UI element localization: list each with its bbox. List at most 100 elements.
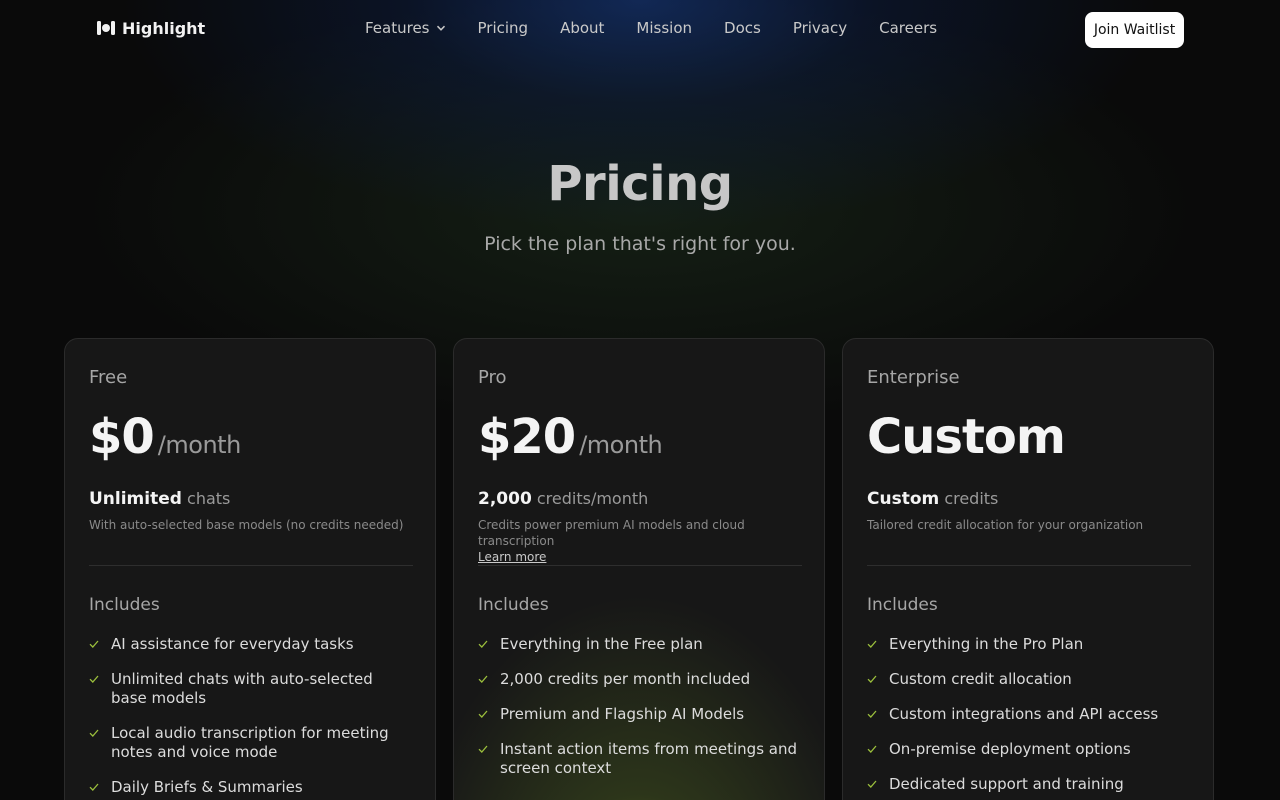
feature-item: AI assistance for everyday tasks: [89, 635, 413, 654]
check-icon: [867, 675, 877, 683]
feature-text: Local audio transcription for meeting no…: [111, 724, 389, 761]
credits-description-text: Credits power premium AI models and clou…: [478, 518, 745, 548]
feature-text: Everything in the Free plan: [500, 635, 703, 653]
feature-text: Everything in the Pro Plan: [889, 635, 1084, 653]
page-title: Pricing: [547, 156, 733, 212]
check-icon: [867, 710, 877, 718]
feature-item: Daily Briefs & Summaries: [89, 778, 413, 797]
feature-text: Dedicated support and training: [889, 775, 1124, 793]
plan-period: /month: [157, 431, 241, 459]
feature-text: Premium and Flagship AI Models: [500, 705, 745, 723]
chevron-down-icon: [436, 25, 445, 31]
credits-description: Credits power premium AI models and clou…: [478, 517, 802, 565]
plan-card-free: Free $0 /month Unlimited chats With auto…: [64, 338, 436, 800]
feature-item: 2,000 credits per month included: [478, 670, 802, 689]
feature-text: AI assistance for everyday tasks: [111, 635, 354, 653]
credits-unit: credits: [944, 489, 999, 508]
plan-credits: 2,000 credits/month: [478, 489, 802, 509]
nav-link-mission[interactable]: Mission: [636, 19, 692, 37]
feature-text: Instant action items from meetings and s…: [500, 740, 798, 777]
credits-value: Custom: [867, 489, 940, 509]
check-icon: [89, 640, 99, 648]
feature-item: Unlimited chats with auto-selected base …: [89, 670, 413, 708]
card-divider: [478, 565, 802, 566]
check-icon: [89, 675, 99, 683]
logo[interactable]: Highlight: [96, 18, 205, 38]
plan-name: Pro: [478, 367, 507, 388]
card-divider: [867, 565, 1191, 566]
includes-label: Includes: [89, 595, 160, 615]
plan-price: Custom: [867, 409, 1066, 465]
pricing-page: Highlight Features Pricing About Mission…: [0, 0, 1280, 800]
check-icon: [478, 745, 488, 753]
feature-text: Daily Briefs & Summaries: [111, 778, 303, 796]
includes-label: Includes: [478, 595, 549, 615]
feature-list: Everything in the Pro Plan Custom credit…: [867, 635, 1191, 800]
credits-description: With auto-selected base models (no credi…: [89, 518, 404, 532]
nav-link-pricing[interactable]: Pricing: [478, 19, 529, 37]
plan-price: $20: [478, 409, 576, 465]
feature-text: Custom integrations and API access: [889, 705, 1159, 723]
check-icon: [89, 729, 99, 737]
credits-description: Tailored credit allocation for your orga…: [867, 518, 1144, 532]
credits-unit: chats: [187, 489, 231, 508]
nav-link-about[interactable]: About: [560, 19, 604, 37]
credits-value: 2,000: [478, 489, 532, 509]
feature-item: Custom integrations and API access: [867, 705, 1191, 724]
check-icon: [89, 783, 99, 791]
nav-link-privacy[interactable]: Privacy: [793, 19, 847, 37]
plan-credits: Custom credits: [867, 489, 1191, 509]
plan-card-enterprise: Enterprise Custom Custom credits Tailore…: [842, 338, 1214, 800]
highlight-logo-icon: [97, 21, 115, 35]
page-subtitle: Pick the plan that's right for you.: [484, 233, 796, 255]
feature-text: Unlimited chats with auto-selected base …: [111, 670, 373, 707]
plan-name: Enterprise: [867, 367, 960, 388]
feature-item: Everything in the Pro Plan: [867, 635, 1191, 654]
nav-link-label: Pricing: [477, 19, 529, 37]
plan-name: Free: [89, 367, 128, 388]
feature-item: Custom credit allocation: [867, 670, 1191, 689]
feature-item: Local audio transcription for meeting no…: [89, 724, 413, 762]
check-icon: [478, 640, 488, 648]
feature-text: Custom credit allocation: [889, 670, 1072, 688]
credits-value: Unlimited: [89, 489, 182, 509]
feature-text: 2,000 credits per month included: [500, 670, 751, 688]
check-icon: [478, 675, 488, 683]
feature-item: Everything in the Free plan: [478, 635, 802, 654]
plan-credits: Unlimited chats: [89, 489, 413, 509]
feature-item: Instant action items from meetings and s…: [478, 740, 802, 778]
nav-link-label: Privacy: [792, 19, 848, 37]
card-divider: [89, 565, 413, 566]
nav-link-label: Docs: [724, 19, 761, 37]
top-nav: Highlight Features Pricing About Mission…: [0, 0, 1280, 60]
nav-link-docs[interactable]: Docs: [724, 19, 761, 37]
nav-link-label: About: [560, 19, 605, 37]
plan-card-pro: Pro $20 /month 2,000 credits/month Credi…: [453, 338, 825, 800]
price-row: Custom: [867, 409, 1191, 467]
plan-period: /month: [579, 431, 663, 459]
price-row: $0 /month: [89, 409, 413, 467]
check-icon: [867, 640, 877, 648]
includes-label: Includes: [867, 595, 938, 615]
check-icon: [478, 710, 488, 718]
feature-text: On-premise deployment options: [889, 740, 1131, 758]
feature-item: Premium and Flagship AI Models: [478, 705, 802, 724]
check-icon: [867, 745, 877, 753]
check-icon: [867, 780, 877, 788]
learn-more-link[interactable]: Learn more: [478, 550, 546, 564]
feature-list: Everything in the Free plan 2,000 credit…: [478, 635, 802, 794]
nav-link-label: Mission: [636, 19, 693, 37]
join-waitlist-button[interactable]: Join Waitlist: [1085, 12, 1184, 48]
feature-item: Dedicated support and training: [867, 775, 1191, 794]
plan-price: $0: [89, 409, 155, 465]
nav-link-label: Careers: [879, 19, 938, 37]
credits-unit: credits/month: [536, 489, 649, 508]
feature-item: On-premise deployment options: [867, 740, 1191, 759]
nav-link-careers[interactable]: Careers: [879, 19, 937, 37]
price-row: $20 /month: [478, 409, 802, 467]
logo-text: Highlight: [122, 18, 206, 38]
nav-links: Features Pricing About Mission Docs Priv…: [365, 19, 937, 37]
feature-list: AI assistance for everyday tasks Unlimit…: [89, 635, 413, 800]
nav-link-features[interactable]: Features: [365, 19, 446, 37]
nav-link-label: Features: [365, 19, 430, 37]
